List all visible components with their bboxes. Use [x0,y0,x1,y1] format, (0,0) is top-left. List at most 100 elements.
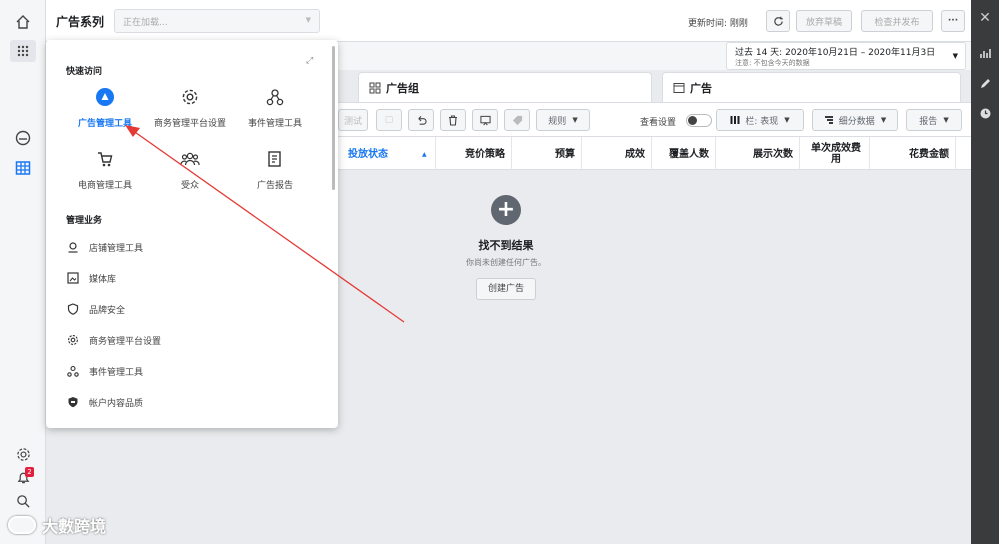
menu-item-account-quality[interactable]: 帐户内容品质 [66,395,143,409]
column-header-amount-spent[interactable]: 花费金额 [870,137,956,171]
report-icon [262,146,288,172]
undo-icon [417,115,427,125]
empty-title: 找不到结果 [478,239,534,252]
create-ad-button[interactable]: 创建广告 [476,278,536,300]
quick-access-ad-reports[interactable]: 广告报告 [233,146,317,191]
column-header-label: 覆盖人数 [669,148,709,160]
menu-item-brand-safety[interactable]: 品牌安全 [66,302,125,316]
breakdown-label: 细分数据 [838,116,875,127]
home-icon[interactable] [13,12,33,32]
shield-icon [66,302,80,316]
quick-access-events-manager[interactable]: 事件管理工具 [233,84,317,129]
chevron-down-icon: ▼ [572,116,578,124]
quick-access-label: 电商管理工具 [77,181,132,191]
menu-item-events-manager[interactable]: 事件管理工具 [66,364,143,378]
settings-icon[interactable] [13,444,33,464]
tab-ads[interactable]: 广告 [662,72,961,102]
cart-icon [92,146,118,172]
quick-access-ads-manager[interactable]: 广告管理工具 [63,84,147,129]
history-icon[interactable] [975,103,995,123]
more-button[interactable]: ··· [941,10,965,32]
menu-item-label: 商务管理平台设置 [89,336,162,347]
delete-button[interactable] [440,109,466,131]
view-settings-label: 查看设置 [640,118,677,128]
menu-item-media-library[interactable]: 媒体库 [66,271,116,285]
dashboard-icon[interactable] [13,128,33,148]
quick-access-label: 广告管理工具 [77,119,132,129]
menu-item-store-manager[interactable]: 店铺管理工具 [66,240,143,254]
column-header-label: 竞价策略 [465,148,505,160]
events-icon [262,84,288,110]
tab-ads-label: 广告 [690,81,712,95]
quick-access-audiences[interactable]: 受众 [148,146,232,191]
quick-access-business-settings[interactable]: 商务管理平台设置 [148,84,232,129]
rules-label: 规则 [548,116,567,127]
duplicate-button[interactable]: ▢ [376,109,402,131]
trash-icon [449,114,457,126]
columns-dropdown[interactable]: 栏: 表现 ▼ [716,109,804,131]
audience-icon [177,146,203,172]
campaign-dropdown-value: 正在加载... [123,17,168,28]
popup-scrollbar[interactable] [332,46,335,190]
manage-business-title: 管理业务 [66,216,103,226]
review-publish-button[interactable]: 检查并发布 [861,10,933,32]
column-header-impressions[interactable]: 展示次数 [716,137,800,171]
preview-icon [479,115,491,125]
updated-text: 更新时间: 刚刚 [688,19,748,29]
tab-adsets[interactable]: 广告组 [358,72,652,102]
breakdown-dropdown[interactable]: 细分数据 ▼ [812,109,898,131]
empty-state: + 找不到结果 你尚未创建任何广告。 创建广告 [426,195,586,300]
tag-button[interactable] [504,109,530,131]
chevron-down-icon: ▼ [305,16,311,24]
view-settings-toggle[interactable] [686,114,712,127]
column-header-results[interactable]: 成效 [582,137,652,171]
column-header-label: 展示次数 [753,148,793,160]
date-range-picker[interactable]: 过去 14 天: 2020年10月21日 – 2020年11月3日 注意: 不包… [726,42,966,70]
tag-icon [512,115,522,125]
edit-icon[interactable] [975,73,995,93]
add-circle-icon: + [491,195,521,225]
left-nav: 2 [0,0,46,544]
menu-item-label: 事件管理工具 [89,367,144,378]
column-header-label: 花费金额 [909,148,949,160]
campaign-dropdown[interactable]: 正在加载... ▼ [114,9,320,33]
bar-chart-icon[interactable] [975,43,995,63]
quick-access-commerce-manager[interactable]: 电商管理工具 [63,146,147,191]
test-button[interactable]: 测试 [338,109,368,131]
reports-label: 报告 [919,116,938,127]
date-range-note: 注意: 不包含今天的数据 [735,59,810,67]
rules-dropdown[interactable]: 规则 ▼ [536,109,590,131]
column-header-bid-strategy[interactable]: 竞价策略 [436,137,512,171]
ad-icon [673,82,685,93]
menu-item-label: 店铺管理工具 [89,243,144,254]
reports-dropdown[interactable]: 报告 ▼ [906,109,962,131]
quick-access-label: 商务管理平台设置 [153,119,226,129]
gear-icon [177,84,203,110]
preview-button[interactable] [472,109,498,131]
gear-icon [66,333,80,347]
menu-item-business-settings[interactable]: 商务管理平台设置 [66,333,161,347]
watermark: 大數跨境 [8,513,106,537]
expand-icon[interactable]: ⤢ [306,56,313,66]
date-range-text: 过去 14 天: 2020年10月21日 – 2020年11月3日 [735,48,936,58]
refresh-button[interactable] [766,10,790,32]
chevron-down-icon: ▼ [880,116,887,124]
sort-icon: ▲ [422,150,427,158]
empty-subtitle: 你尚未创建任何广告。 [466,258,546,267]
notifications-icon[interactable]: 2 [13,467,34,487]
right-panel-bar: ✕ [971,0,999,544]
column-header-label: 预算 [555,148,575,160]
quick-access-label: 受众 [180,181,199,191]
column-header-cost-per-result[interactable]: 单次成效费用 [800,137,870,171]
table-icon[interactable] [13,158,33,178]
close-icon[interactable]: ✕ [975,8,995,28]
discard-draft-button[interactable]: 放弃草稿 [796,10,852,32]
column-header-delivery[interactable]: 投放状态 ▲ [338,137,436,171]
toggle-knob [688,116,697,125]
apps-grid-icon[interactable] [10,40,36,62]
column-header-reach[interactable]: 覆盖人数 [652,137,716,171]
search-icon[interactable] [13,491,33,511]
undo-button[interactable] [408,109,434,131]
column-header-budget[interactable]: 预算 [512,137,582,171]
tab-adsets-label: 广告组 [386,81,419,95]
